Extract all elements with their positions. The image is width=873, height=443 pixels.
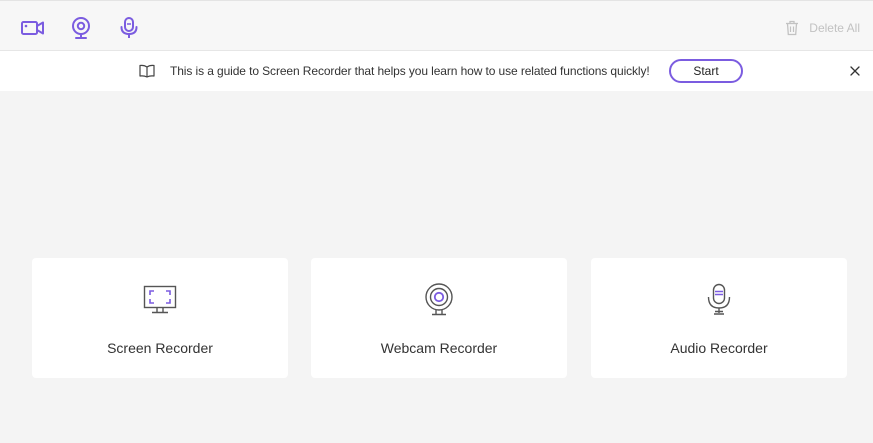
screen-record-tool-button[interactable] — [19, 14, 47, 42]
microphone-icon — [707, 283, 731, 315]
microphone-icon — [120, 17, 138, 38]
webcam-icon — [72, 17, 90, 39]
delete-all-label: Delete All — [809, 21, 860, 35]
top-toolbar: Delete All — [0, 0, 873, 51]
guide-text: This is a guide to Screen Recorder that … — [170, 64, 650, 78]
webcam-recorder-card[interactable]: Webcam Recorder — [311, 258, 567, 378]
monitor-icon — [143, 285, 177, 314]
audio-recorder-card[interactable]: Audio Recorder — [591, 258, 847, 378]
screen-recorder-card[interactable]: Screen Recorder — [32, 258, 288, 378]
audio-recorder-label: Audio Recorder — [670, 340, 768, 356]
audio-tool-button[interactable] — [115, 14, 143, 42]
webcam-tool-button[interactable] — [67, 14, 95, 42]
start-guide-button[interactable]: Start — [669, 59, 743, 83]
webcam-icon — [425, 283, 453, 316]
trash-icon — [786, 20, 799, 36]
screen-recorder-label: Screen Recorder — [107, 340, 213, 356]
video-camera-icon — [21, 21, 44, 35]
delete-all-button[interactable]: Delete All — [785, 18, 860, 38]
close-icon[interactable] — [849, 65, 861, 77]
webcam-recorder-label: Webcam Recorder — [380, 340, 498, 356]
guide-banner: This is a guide to Screen Recorder that … — [0, 51, 873, 91]
book-icon — [139, 64, 155, 78]
